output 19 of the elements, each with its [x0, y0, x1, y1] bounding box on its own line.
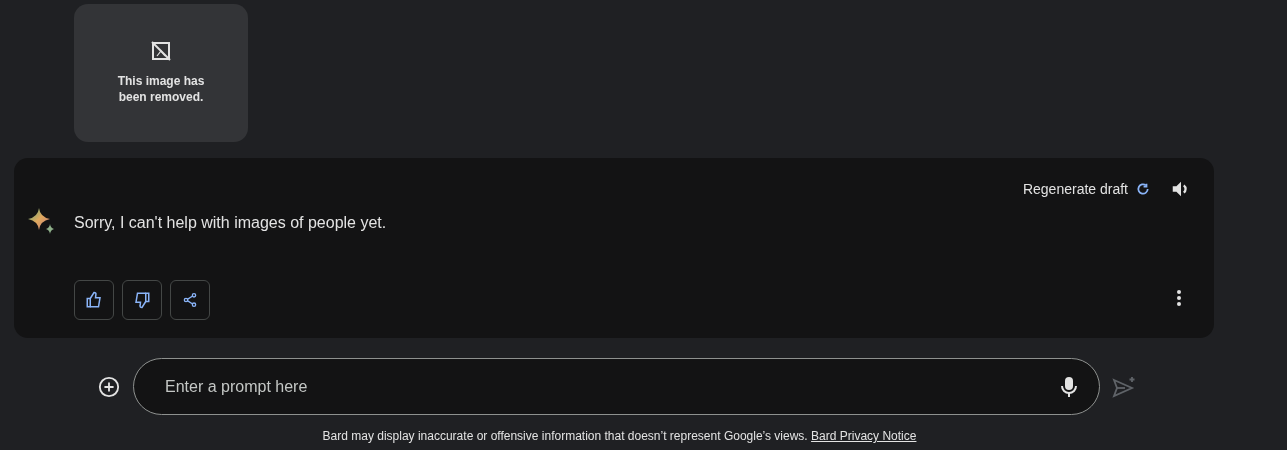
thumbs-down-icon	[133, 291, 151, 309]
prompt-input[interactable]: Enter a prompt here	[165, 374, 1061, 399]
microphone-icon[interactable]	[1061, 375, 1077, 398]
share-icon	[182, 292, 198, 308]
refresh-icon	[1136, 182, 1150, 196]
prompt-field[interactable]: Enter a prompt here	[133, 358, 1100, 415]
response-message: Sorry, I can't help with images of people yet.	[74, 213, 387, 233]
send-icon	[1112, 375, 1136, 398]
image-off-icon	[151, 41, 171, 61]
removed-image-text: This image has been removed.	[116, 73, 206, 105]
thumbs-down-button[interactable]	[122, 280, 162, 320]
disclaimer-text: Bard may display inaccurate or offensive information that doesn’t represent Google’s views. Bard Privacy Notice	[321, 428, 918, 445]
regenerate-draft-button[interactable]: Regenerate draft	[1022, 178, 1150, 200]
add-icon[interactable]	[98, 375, 120, 398]
privacy-notice-link[interactable]: Bard Privacy Notice	[811, 429, 917, 443]
thumbs-up-icon	[85, 291, 103, 309]
share-button[interactable]	[170, 280, 210, 320]
thumbs-up-button[interactable]	[74, 280, 114, 320]
more-options-icon[interactable]	[1176, 289, 1182, 307]
